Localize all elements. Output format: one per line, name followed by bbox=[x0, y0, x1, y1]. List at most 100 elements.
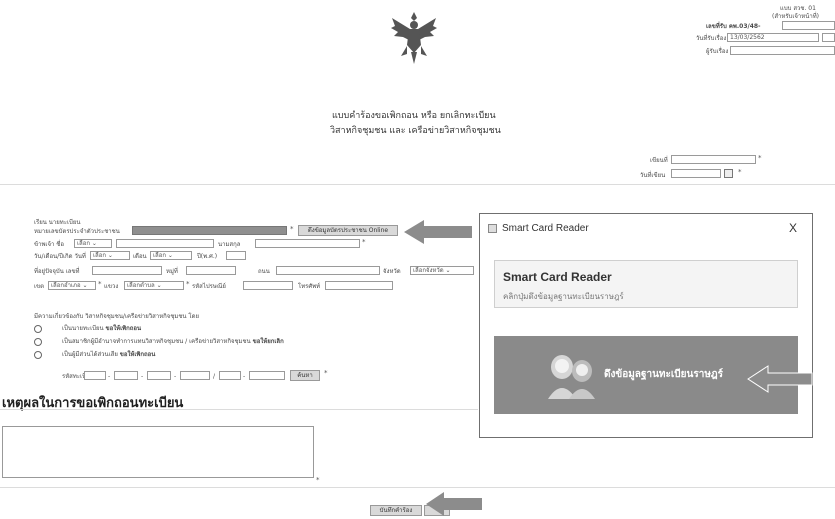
form-code-2: (สำหรับเจ้าหน้าที่) bbox=[772, 13, 820, 20]
house-no-field[interactable] bbox=[92, 266, 162, 275]
birth-date-label: วัน/เดือน/ปีเกิด วันที่ bbox=[34, 253, 86, 260]
search-button[interactable]: ค้นหา bbox=[290, 370, 320, 381]
smart-card-info-panel: Smart Card Reader คลิกปุ่มดึงข้อมูลฐานทะ… bbox=[494, 260, 798, 308]
province-value: เลือกจังหวัด bbox=[413, 267, 444, 274]
required-mark: * bbox=[186, 280, 190, 288]
birth-day-value: เลือก bbox=[93, 252, 106, 259]
received-date-extra-field[interactable] bbox=[822, 33, 835, 42]
road-label: ถนน bbox=[258, 268, 270, 275]
panel-title: Smart Card Reader bbox=[503, 270, 612, 284]
written-date-field[interactable] bbox=[671, 169, 721, 178]
dialog-title-bar: Smart Card Reader X bbox=[480, 214, 812, 244]
form-number-label: เลขที่รับ คพ.03/48- bbox=[706, 23, 761, 30]
required-mark: * bbox=[290, 225, 294, 233]
to-registrar-label: เรียน นายทะเบียน bbox=[34, 219, 81, 226]
section-divider bbox=[0, 184, 835, 185]
district-label: เขต bbox=[34, 283, 45, 290]
province-label: จังหวัด bbox=[383, 268, 401, 275]
relation-option-2-action: ขอให้ยกเลิก bbox=[252, 338, 284, 345]
road-field[interactable] bbox=[276, 266, 380, 275]
dash-sep: - bbox=[141, 373, 144, 380]
prefix-label: ข้าพเจ้า ชื่อ bbox=[34, 241, 64, 248]
id-card-field[interactable] bbox=[132, 226, 287, 235]
written-at-field[interactable] bbox=[671, 155, 756, 164]
receiver-label: ผู้รับเรื่อง bbox=[706, 48, 729, 55]
prefix-select[interactable]: เลือก ⌄ bbox=[74, 239, 112, 248]
first-name-field[interactable] bbox=[116, 239, 214, 248]
reg-code-part-5[interactable] bbox=[219, 371, 241, 380]
received-date-field[interactable]: 13/03/2562 bbox=[727, 33, 819, 42]
reg-code-part-2[interactable] bbox=[114, 371, 138, 380]
postcode-label: รหัสไปรษณีย์ bbox=[192, 283, 226, 290]
id-card-label: หมายเลขบัตรประจำตัวประชาชน bbox=[34, 228, 120, 235]
relation-option-3-action: ขอให้เพิกถอน bbox=[119, 351, 156, 358]
birth-day-select[interactable]: เลือก ⌄ bbox=[90, 251, 130, 260]
id-card-people-icon bbox=[548, 355, 595, 399]
address-label: ที่อยู่ปัจจุบัน เลขที่ bbox=[34, 268, 80, 275]
relation-radio-member[interactable] bbox=[34, 338, 42, 346]
birth-month-select[interactable]: เลือก ⌄ bbox=[150, 251, 192, 260]
subdistrict-label: แขวง bbox=[104, 283, 119, 290]
reason-textarea[interactable] bbox=[2, 426, 314, 478]
form-number-field[interactable] bbox=[782, 21, 835, 30]
reg-code-part-4[interactable] bbox=[180, 371, 210, 380]
surname-field[interactable] bbox=[255, 239, 360, 248]
required-mark: * bbox=[316, 476, 320, 484]
relation-option-2-text: เป็นสมาชิกผู้มีอำนาจทำการแทนวิสาหกิจชุมช… bbox=[62, 338, 251, 345]
slash-sep: / bbox=[213, 373, 216, 380]
reg-code-part-6[interactable] bbox=[249, 371, 285, 380]
province-select[interactable]: เลือกจังหวัด ⌄ bbox=[410, 266, 474, 275]
postcode-field[interactable] bbox=[243, 281, 293, 290]
required-mark: * bbox=[362, 238, 366, 246]
smart-card-dialog: Smart Card Reader X Smart Card Reader คล… bbox=[479, 213, 813, 438]
required-mark: * bbox=[324, 369, 328, 377]
relation-option-1: เป็นนายทะเบียน ขอให้เพิกถอน bbox=[62, 324, 141, 333]
surname-label: นามสกุล bbox=[218, 241, 241, 248]
relation-radio-registrar[interactable] bbox=[34, 325, 42, 333]
relation-option-3: เป็นผู้มีส่วนได้ส่วนเสีย ขอให้เพิกถอน bbox=[62, 350, 155, 359]
smart-card-app-icon bbox=[488, 224, 497, 233]
relation-option-2: เป็นสมาชิกผู้มีอำนาจทำการแทนวิสาหกิจชุมช… bbox=[62, 337, 284, 346]
received-date-label: วันที่รับเรื่อง bbox=[696, 35, 727, 42]
moo-field[interactable] bbox=[186, 266, 236, 275]
relation-question: มีความเกี่ยวข้องกับ วิสาหกิจชุมชน/เครือข… bbox=[34, 313, 200, 320]
birth-month-value: เลือก bbox=[153, 252, 166, 259]
district-value: เลือกอำเภอ bbox=[51, 282, 81, 289]
moo-label: หมู่ที่ bbox=[166, 268, 178, 275]
relation-option-1-action: ขอให้เพิกถอน bbox=[105, 325, 142, 332]
birth-month-label: เดือน bbox=[133, 253, 147, 260]
district-select[interactable]: เลือกอำเภอ ⌄ bbox=[48, 281, 96, 290]
panel-hint: คลิกปุ่มดึงข้อมูลฐานทะเบียนราษฎร์ bbox=[503, 292, 624, 301]
written-at-label: เขียนที่ bbox=[650, 157, 668, 164]
birth-year-field[interactable] bbox=[226, 251, 246, 260]
dialog-title: Smart Card Reader bbox=[502, 223, 589, 234]
dash-sep: - bbox=[174, 373, 177, 380]
dash-sep: - bbox=[243, 373, 246, 380]
relation-option-3-text: เป็นผู้มีส่วนได้ส่วนเสีย bbox=[62, 351, 118, 358]
section-divider bbox=[0, 409, 478, 410]
phone-label: โทรศัพท์ bbox=[298, 283, 321, 290]
reg-code-part-3[interactable] bbox=[147, 371, 171, 380]
relation-option-1-text: เป็นนายทะเบียน bbox=[62, 325, 104, 332]
relation-radio-stakeholder[interactable] bbox=[34, 351, 42, 359]
subdistrict-value: เลือกตำบล bbox=[127, 282, 155, 289]
calendar-icon[interactable] bbox=[724, 169, 733, 178]
receiver-field[interactable] bbox=[730, 46, 835, 55]
pointer-arrow-icon bbox=[747, 365, 813, 393]
footer-divider bbox=[0, 487, 835, 488]
required-mark: * bbox=[738, 168, 742, 176]
fetch-online-button[interactable]: ดึงข้อมูลบัตรประชาชน Online bbox=[298, 225, 398, 236]
save-request-button[interactable]: บันทึกคำร้อง bbox=[370, 505, 422, 516]
pointer-arrow-icon bbox=[426, 492, 482, 516]
dash-sep: - bbox=[108, 373, 111, 380]
prefix-select-value: เลือก bbox=[77, 240, 90, 247]
reg-code-part-1[interactable] bbox=[84, 371, 106, 380]
required-mark: * bbox=[98, 280, 102, 288]
phone-field[interactable] bbox=[325, 281, 393, 290]
form-title-line1: แบบคำร้องขอเพิกถอน หรือ ยกเลิกทะเบียน bbox=[332, 111, 496, 121]
garuda-emblem-icon bbox=[391, 12, 437, 64]
subdistrict-select[interactable]: เลือกตำบล ⌄ bbox=[124, 281, 184, 290]
pointer-arrow-icon bbox=[404, 220, 472, 244]
close-icon[interactable]: X bbox=[789, 221, 797, 235]
fetch-civil-registry-label: ดึงข้อมูลฐานทะเบียนราษฎร์ bbox=[604, 369, 723, 380]
